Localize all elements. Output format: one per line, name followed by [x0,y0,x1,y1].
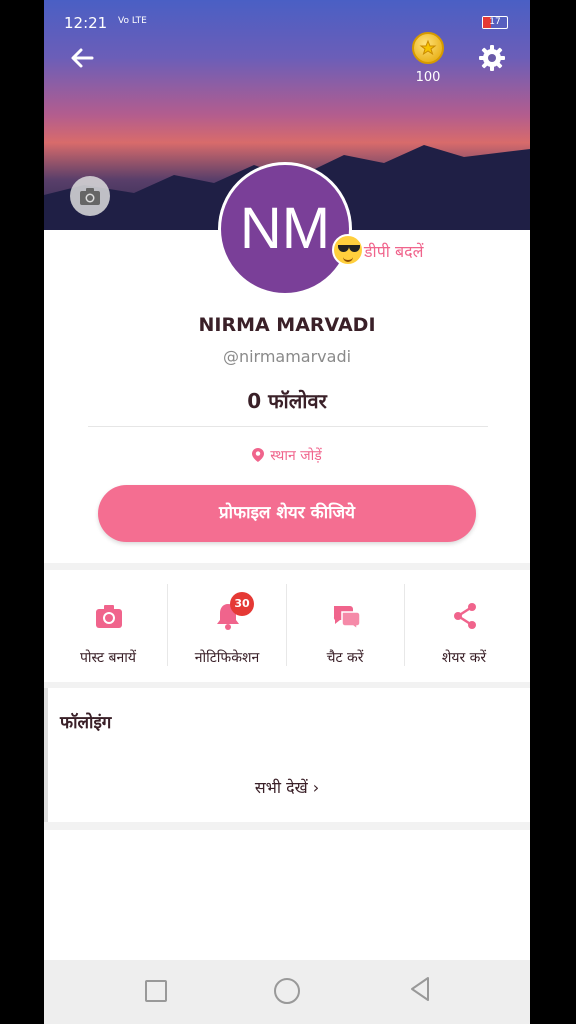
share-button[interactable]: शेयर करें [405,570,523,682]
following-section: फॉलोइंग सभी देखें › [44,688,530,822]
camera-icon [96,605,122,628]
sunglasses-right-lens [349,245,360,252]
emoji-mouth [343,256,353,262]
chat-button[interactable]: चैट करें [286,570,404,682]
empty-content-area [44,830,530,960]
camera-icon [80,188,100,205]
coin-count: 100 [415,70,441,85]
sunglasses-left-lens [338,245,349,252]
status-time: 12:21 [64,14,108,32]
coin-icon[interactable] [412,32,444,64]
share-icon [454,603,476,629]
chat-icon [333,606,361,631]
nav-back-icon[interactable] [408,976,432,1002]
profile-name: NIRMA MARVADI [198,314,376,336]
action-bar: पोस्ट बनायें नोटिफिकेशन चैट करें शेयर कर… [44,570,530,682]
create-post-button[interactable]: पोस्ट बनायें [49,570,167,682]
see-all-link[interactable]: सभी देखें › [44,776,530,798]
location-pin-icon [252,448,265,462]
action-label: चैट करें [326,650,364,666]
add-location-link[interactable]: स्थान जोड़ें [44,446,530,465]
action-label: शेयर करें [441,650,487,666]
app-screen: 12:21 Vo LTE 17 100 NM डीपी बदलें NIRMA … [44,0,530,1024]
following-title: फॉलोइंग [60,713,112,733]
location-label: स्थान जोड़ें [270,448,322,464]
battery-icon: 17 [482,16,508,29]
followers-count[interactable]: 0 फॉलोवर [44,387,530,414]
action-label: नोटिफिकेशन [194,650,260,666]
avatar[interactable]: NM [218,162,352,296]
system-nav-bar [44,960,530,1024]
back-arrow-icon[interactable] [66,42,98,74]
share-profile-button[interactable]: प्रोफाइल शेयर कीजिये [98,485,476,542]
status-bar: 12:21 Vo LTE 17 [44,0,530,44]
network-indicator: Vo LTE [118,16,147,26]
sunglasses-emoji-icon [332,234,364,266]
notification-badge: 30 [230,592,254,616]
divider [88,426,488,427]
recent-apps-icon[interactable] [145,980,167,1002]
home-icon[interactable] [274,978,300,1004]
notifications-button[interactable]: नोटिफिकेशन [168,570,286,682]
change-cover-button[interactable] [70,176,110,216]
battery-level: 17 [489,17,501,27]
profile-handle: @nirmamarvadi [222,347,352,366]
following-accent-bar [44,688,48,822]
action-label: पोस्ट बनायें [79,650,137,666]
gear-icon[interactable] [476,42,508,74]
change-dp-link[interactable]: डीपी बदलें [364,240,424,262]
